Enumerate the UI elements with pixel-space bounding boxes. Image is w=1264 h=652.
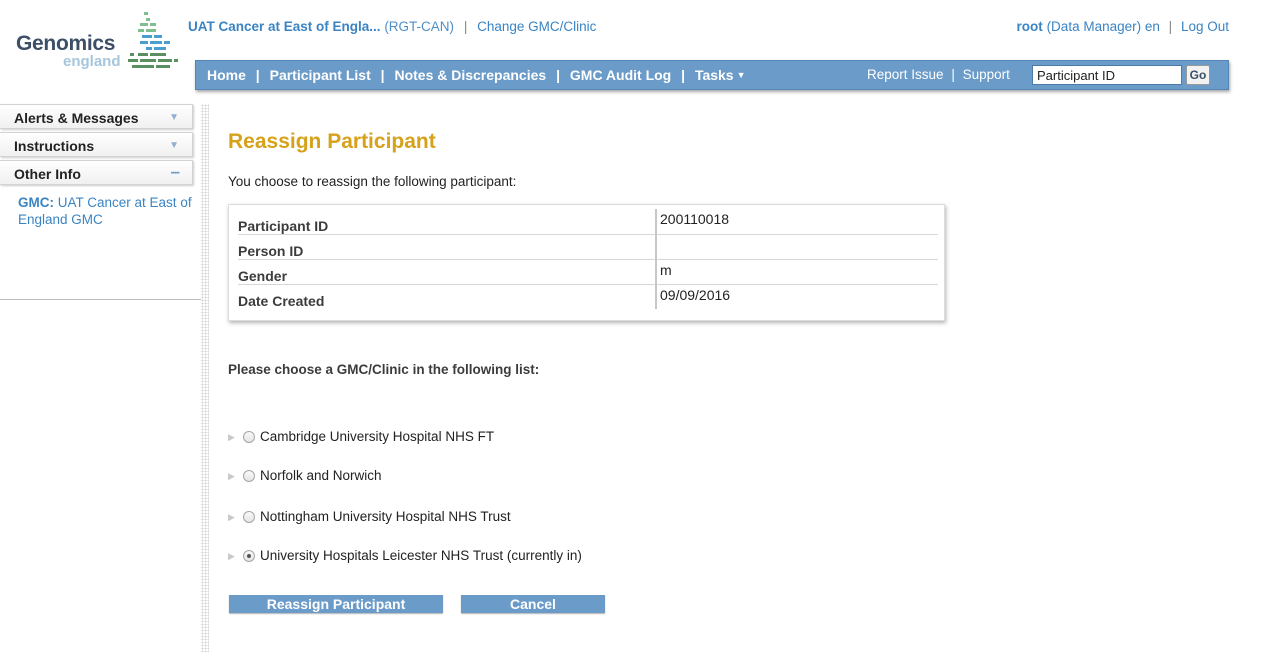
sidebar-tab-instructions[interactable]: Instructions ▼ <box>0 132 193 157</box>
triangle-down-icon: ▼ <box>169 140 179 151</box>
nav-utilities: Report Issue | Support <box>867 67 1010 82</box>
triangle-right-icon: ▶ <box>228 512 235 522</box>
page-title: Reassign Participant <box>228 130 436 153</box>
nav-tasks[interactable]: Tasks ▼ <box>695 67 746 83</box>
option-label: Norfolk and Norwich <box>260 468 382 483</box>
gmc-option-norfolk[interactable]: ▶ Norfolk and Norwich <box>228 468 382 486</box>
table-row: Person ID <box>238 234 938 260</box>
report-issue-link[interactable]: Report Issue <box>867 67 944 82</box>
triangle-right-icon: ▶ <box>228 551 235 561</box>
field-value <box>655 234 938 260</box>
table-row: Participant ID 200110018 <box>238 209 938 235</box>
triangle-down-icon: ▼ <box>169 112 179 123</box>
gmc-option-cambridge[interactable]: ▶ Cambridge University Hospital NHS FT <box>228 429 494 447</box>
sidebar-tab-other-info[interactable]: Other Info – <box>0 160 193 185</box>
separator: | <box>463 19 468 34</box>
field-label: Date Created <box>238 293 325 309</box>
field-value: m <box>655 259 938 285</box>
logo-subtitle: england <box>63 53 121 70</box>
study-code: (RGT-CAN) <box>384 19 455 34</box>
radio-button-selected[interactable] <box>243 550 255 562</box>
field-label: Gender <box>238 259 656 285</box>
sidebar-divider <box>0 299 201 300</box>
nav-separator: | <box>255 67 260 83</box>
option-label: University Hospitals Leicester NHS Trust… <box>260 548 582 563</box>
sidebar-tab-label: Other Info <box>14 166 81 182</box>
separator: | <box>1168 19 1173 34</box>
user-name-link[interactable]: root <box>1017 19 1043 34</box>
nav-notes-discrepancies[interactable]: Notes & Discrepancies <box>394 67 546 83</box>
collapse-minus-icon: – <box>170 162 180 181</box>
field-label: Person ID <box>238 234 656 260</box>
nav-separator: | <box>556 67 560 83</box>
nav-menu: Home | Participant List | Notes & Discre… <box>207 67 746 83</box>
triangle-right-icon: ▶ <box>228 471 235 481</box>
gmc-label: GMC: <box>18 195 54 210</box>
sidebar-tab-label: Instructions <box>14 138 95 154</box>
caret-down-icon: ▼ <box>736 70 746 80</box>
sidebar: Alerts & Messages ▼ Instructions ▼ Other… <box>0 104 201 300</box>
participant-info-table: Participant ID 200110018 Person ID Gende… <box>238 209 938 309</box>
user-role: (Data Manager) <box>1046 19 1142 34</box>
participant-id-search-input[interactable] <box>1032 65 1182 85</box>
nav-participant-list[interactable]: Participant List <box>270 67 371 83</box>
logout-link[interactable]: Log Out <box>1181 19 1229 34</box>
gmc-info: GMC: UAT Cancer at East of England GMC <box>18 194 196 228</box>
gmc-option-nottingham[interactable]: ▶ Nottingham University Hospital NHS Trus… <box>228 509 511 527</box>
logo-map-icon <box>128 12 178 68</box>
main-navbar: Home | Participant List | Notes & Discre… <box>195 60 1229 90</box>
field-value: 200110018 <box>655 209 938 235</box>
radio-button[interactable] <box>243 470 255 482</box>
sidebar-tab-label: Alerts & Messages <box>14 110 139 126</box>
triangle-right-icon: ▶ <box>228 432 235 442</box>
radio-button[interactable] <box>243 431 255 443</box>
field-label: Participant ID <box>238 209 656 235</box>
cancel-button[interactable]: Cancel <box>461 595 605 613</box>
gmc-option-leicester[interactable]: ▶ University Hospitals Leicester NHS Trus… <box>228 548 582 566</box>
field-value: 09/09/2016 <box>655 284 938 309</box>
go-button[interactable]: Go <box>1186 65 1210 85</box>
sidebar-tab-alerts-messages[interactable]: Alerts & Messages ▼ <box>0 104 193 129</box>
study-info: UAT Cancer at East of Engla... (RGT-CAN)… <box>188 19 596 34</box>
top-strip: UAT Cancer at East of Engla... (RGT-CAN)… <box>188 14 1242 42</box>
genomics-england-logo[interactable]: Genomics england <box>8 10 192 105</box>
nav-separator: | <box>380 67 385 83</box>
option-label: Nottingham University Hospital NHS Trust <box>260 509 511 524</box>
support-link[interactable]: Support <box>963 67 1010 82</box>
table-row: Date Created 09/09/2016 <box>238 284 938 309</box>
radio-button[interactable] <box>243 511 255 523</box>
change-gmc-link[interactable]: Change GMC/Clinic <box>477 19 596 34</box>
reassign-participant-button[interactable]: Reassign Participant <box>229 595 443 613</box>
study-name-link[interactable]: UAT Cancer at East of Engla... <box>188 19 381 34</box>
nav-gmc-audit-log[interactable]: GMC Audit Log <box>570 67 671 83</box>
participant-info-panel: Participant ID 200110018 Person ID Gende… <box>228 204 945 321</box>
option-label: Cambridge University Hospital NHS FT <box>260 429 495 444</box>
choose-gmc-prompt: Please choose a GMC/Clinic in the follow… <box>228 362 540 377</box>
nav-separator: | <box>681 67 686 83</box>
user-info: root (Data Manager) en | Log Out <box>1017 19 1229 34</box>
dotted-column-divider <box>201 104 209 652</box>
intro-text: You choose to reassign the following par… <box>228 174 517 189</box>
nav-separator: | <box>951 67 955 82</box>
table-row: Gender m <box>238 259 938 285</box>
nav-tasks-label: Tasks <box>694 67 734 83</box>
language-link[interactable]: en <box>1145 19 1160 34</box>
nav-home[interactable]: Home <box>207 67 246 83</box>
